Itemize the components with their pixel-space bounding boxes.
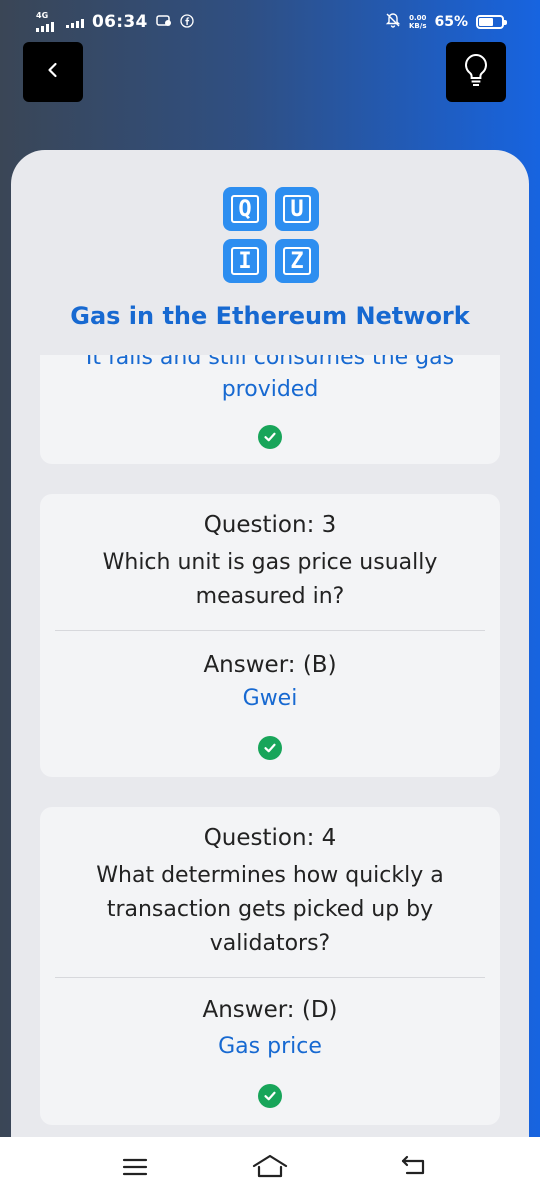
logo-letter: I [231, 247, 259, 275]
answer-text: Gwei [242, 686, 298, 711]
logo-tile: Q [223, 187, 267, 231]
logo-tile: U [275, 187, 319, 231]
chevron-left-icon [43, 60, 63, 84]
answer-text: provided [221, 377, 319, 402]
correct-indicator [258, 1084, 282, 1108]
answer-text: Gas price [218, 1034, 322, 1059]
question-number: Question: 3 [203, 512, 337, 538]
network-speed: 0.00 KB/s [409, 14, 426, 30]
correct-indicator [258, 736, 282, 760]
logo-tile: I [223, 239, 267, 283]
system-nav-bar [0, 1137, 540, 1200]
question-text: What determines how quickly a transactio… [96, 863, 444, 956]
question-text: Which unit is gas price usually measured… [102, 550, 438, 609]
logo-letter: Z [283, 247, 311, 275]
status-time: 06:34 [92, 12, 148, 32]
signal-icon [66, 16, 84, 28]
back-nav-button[interactable] [392, 1155, 432, 1183]
battery-icon [476, 15, 507, 29]
answer-text: It fails and still consumes the gas [85, 355, 455, 370]
logo-letter: U [283, 195, 311, 223]
logo-tile: Z [275, 239, 319, 283]
network-signal-icon: 4G [36, 12, 54, 32]
answer-label: Answer: (B) [203, 652, 337, 678]
speed-unit: KB/s [409, 22, 427, 30]
home-icon [251, 1154, 289, 1184]
speed-value: 0.00 [409, 14, 427, 22]
quiz-title: Gas in the Ethereum Network [70, 302, 470, 330]
quiz-logo: Q U I Z [223, 187, 319, 283]
question-card: Question: 4 What determines how quickly … [40, 807, 500, 1125]
network-type: 4G [36, 11, 49, 20]
lightbulb-icon [463, 53, 489, 91]
check-circle-icon [258, 425, 282, 449]
quiz-results-card: Q U I Z Gas in the Ethereum Network It f… [11, 150, 529, 1150]
menu-icon [121, 1156, 149, 1182]
question-card: Question: 3 Which unit is gas price usua… [40, 494, 500, 777]
back-icon [397, 1155, 427, 1183]
mute-notification-icon [385, 12, 401, 32]
recent-apps-button[interactable] [115, 1155, 155, 1183]
divider [55, 977, 485, 978]
question-number: Question: 4 [203, 825, 337, 851]
home-button[interactable] [250, 1154, 290, 1184]
hint-button[interactable] [446, 42, 506, 102]
questions-list[interactable]: It fails and still consumes the gas prov… [11, 355, 529, 1150]
divider [55, 630, 485, 631]
correct-indicator [258, 425, 282, 449]
data-saver-icon [155, 14, 172, 30]
check-circle-icon [258, 736, 282, 760]
back-button[interactable] [23, 42, 83, 102]
logo-letter: Q [231, 195, 259, 223]
question-card: It fails and still consumes the gas prov… [40, 355, 500, 464]
answer-label: Answer: (D) [202, 997, 338, 1023]
facebook-icon [179, 13, 194, 31]
check-circle-icon [258, 1084, 282, 1108]
status-bar: 4G 06:34 0.00 KB/s 65% [0, 0, 540, 44]
battery-percent: 65% [434, 14, 468, 30]
